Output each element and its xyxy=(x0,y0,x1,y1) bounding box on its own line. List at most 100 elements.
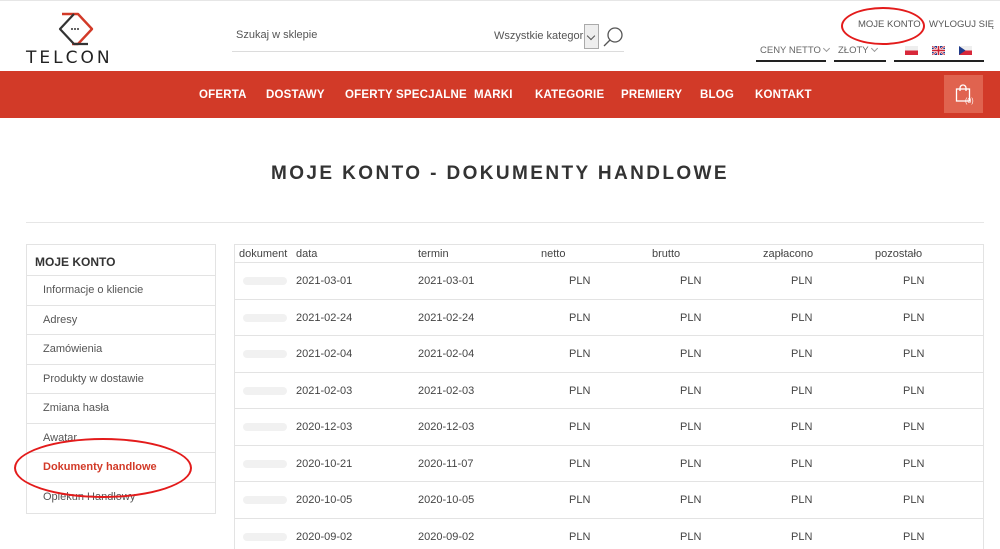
cell-net: PLN xyxy=(569,530,591,543)
table-row[interactable]: 2020-10-21 2020-11-07 PLN PLN PLN PLN xyxy=(235,444,983,482)
column-header: netto xyxy=(541,248,566,260)
nav-item-premiery[interactable]: PREMIERY xyxy=(621,89,682,101)
table-row[interactable]: 2021-02-04 2021-02-04 PLN PLN PLN PLN xyxy=(235,335,983,372)
cell-net: PLN xyxy=(569,421,591,433)
cell-paid: PLN xyxy=(791,275,813,287)
annotation-circle-account xyxy=(841,7,925,45)
logout-link[interactable]: WYLOGUJ SIĘ xyxy=(929,19,994,30)
cell-date: 2020-10-21 xyxy=(296,457,353,470)
column-header: pozostało xyxy=(875,248,923,260)
cell-paid: PLN xyxy=(791,311,813,324)
cell-paid: PLN xyxy=(791,421,813,433)
column-header: brutto xyxy=(652,248,681,260)
search-input[interactable] xyxy=(236,29,456,41)
price-mode-label: CENY NETTO xyxy=(760,45,821,56)
chevron-down-icon xyxy=(822,44,830,53)
nav-item-marki[interactable]: MARKI xyxy=(474,89,513,101)
cell-due-date: 2020-11-07 xyxy=(418,457,474,470)
cell-remaining: PLN xyxy=(903,457,925,470)
cell-date: 2020-09-02 xyxy=(296,530,353,543)
cell-paid: PLN xyxy=(791,384,813,397)
price-mode-select[interactable]: CENY NETTO xyxy=(756,44,830,62)
cell-date: 2021-02-24 xyxy=(296,311,353,324)
cell-due-date: 2020-12-03 xyxy=(418,421,475,433)
cell-due-date: 2021-02-24 xyxy=(418,311,475,324)
cell-due-date: 2020-09-02 xyxy=(418,530,475,543)
table-row[interactable]: 2020-12-03 2020-12-03 PLN PLN PLN PLN xyxy=(235,408,983,445)
column-header: termin xyxy=(418,248,449,260)
sidebar-item-orders[interactable]: Zamówienia xyxy=(27,334,215,364)
cell-remaining: PLN xyxy=(903,348,925,360)
annotation-circle-trade-documents xyxy=(14,438,192,498)
search-bar: Wszystkie kategorie xyxy=(232,24,624,52)
cell-date: 2020-12-03 xyxy=(296,421,353,433)
logo-mark-icon xyxy=(58,12,94,46)
cell-gross: PLN xyxy=(680,421,702,433)
currency-select[interactable]: ZŁOTY xyxy=(834,44,886,62)
nav-item-kategorie[interactable]: KATEGORIE xyxy=(535,89,604,101)
nav-item-oferta[interactable]: OFERTA xyxy=(199,89,247,101)
cell-gross: PLN xyxy=(680,494,702,506)
nav-item-oferty-specjalne[interactable]: OFERTY SPECJALNE xyxy=(345,89,467,101)
main-nav: OFERTA DOSTAWY OFERTY SPECJALNE MARKI KA… xyxy=(0,71,1000,118)
top-border xyxy=(0,0,1000,1)
column-header: data xyxy=(296,248,318,260)
nav-item-blog[interactable]: BLOG xyxy=(700,89,734,101)
page-title: MOJE KONTO - DOKUMENTY HANDLOWE xyxy=(271,163,729,184)
sidebar-title: MOJE KONTO xyxy=(35,255,116,269)
table-row[interactable]: 2021-02-24 2021-02-24 PLN PLN PLN PLN xyxy=(235,298,983,336)
sidebar-item-addresses[interactable]: Adresy xyxy=(27,304,215,335)
cell-net: PLN xyxy=(569,311,591,324)
cell-gross: PLN xyxy=(680,457,702,470)
redacted-document-number xyxy=(243,423,287,431)
cart-button[interactable]: (0) xyxy=(944,75,983,113)
cell-date: 2021-02-04 xyxy=(296,348,353,360)
category-select[interactable]: Wszystkie kategorie xyxy=(494,30,592,42)
documents-table: dokument data termin netto brutto zapłac… xyxy=(234,244,984,549)
cell-net: PLN xyxy=(569,457,591,470)
cell-date: 2021-03-01 xyxy=(296,275,353,287)
cell-paid: PLN xyxy=(791,457,813,470)
currency-label: ZŁOTY xyxy=(838,45,869,56)
table-row[interactable]: 2020-09-02 2020-09-02 PLN PLN PLN PLN xyxy=(235,517,983,549)
nav-item-kontakt[interactable]: KONTAKT xyxy=(755,89,812,101)
cell-remaining: PLN xyxy=(903,311,925,324)
cell-paid: PLN xyxy=(791,530,813,543)
flag-gb-icon[interactable] xyxy=(932,46,945,55)
redacted-document-number xyxy=(243,350,287,358)
sidebar-item-change-password[interactable]: Zmiana hasła xyxy=(27,393,215,423)
cell-due-date: 2021-02-04 xyxy=(418,348,475,360)
chevron-down-icon xyxy=(870,44,878,53)
cell-gross: PLN xyxy=(680,348,702,360)
category-dropdown-button[interactable] xyxy=(584,24,599,49)
table-row[interactable]: 2021-02-03 2021-02-03 PLN PLN PLN PLN xyxy=(235,371,983,409)
redacted-document-number xyxy=(243,313,287,322)
cell-net: PLN xyxy=(569,348,591,360)
nav-item-dostawy[interactable]: DOSTAWY xyxy=(266,89,325,101)
cell-gross: PLN xyxy=(680,311,702,324)
cell-net: PLN xyxy=(569,275,591,287)
cell-remaining: PLN xyxy=(903,494,925,506)
table-row[interactable]: 2020-10-05 2020-10-05 PLN PLN PLN PLN xyxy=(235,481,983,518)
cell-due-date: 2021-03-01 xyxy=(418,275,475,287)
sidebar-item-client-info[interactable]: Informacje o kliencie xyxy=(27,275,215,305)
cell-date: 2021-02-03 xyxy=(296,384,353,397)
redacted-document-number xyxy=(243,277,287,285)
search-icon[interactable] xyxy=(602,26,624,48)
cell-gross: PLN xyxy=(680,530,702,543)
sidebar-item-products-in-delivery[interactable]: Produkty w dostawie xyxy=(27,363,215,394)
divider xyxy=(26,222,984,223)
flag-cz-icon[interactable] xyxy=(959,46,972,55)
cell-net: PLN xyxy=(569,384,591,397)
cart-count: (0) xyxy=(965,98,974,105)
redacted-document-number xyxy=(243,496,287,504)
cell-net: PLN xyxy=(569,494,591,506)
cell-remaining: PLN xyxy=(903,530,925,543)
cell-gross: PLN xyxy=(680,275,702,287)
logo[interactable]: TELCON xyxy=(26,12,136,68)
cell-due-date: 2021-02-03 xyxy=(418,384,475,397)
table-row[interactable]: 2021-03-01 2021-03-01 PLN PLN PLN PLN xyxy=(235,262,983,299)
cell-paid: PLN xyxy=(791,348,813,360)
cell-gross: PLN xyxy=(680,384,702,397)
flag-pl-icon[interactable] xyxy=(905,46,918,55)
